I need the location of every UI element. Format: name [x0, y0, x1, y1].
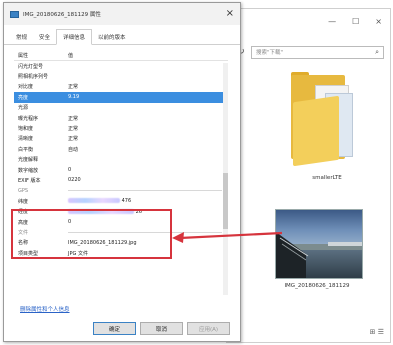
- close-button[interactable]: ×: [375, 17, 382, 26]
- cancel-button[interactable]: 取消: [140, 322, 183, 335]
- dialog-buttons: 确定 取消 应用(A): [93, 322, 230, 335]
- image-thumbnail[interactable]: [275, 209, 363, 279]
- maximize-button[interactable]: ☐: [352, 17, 359, 26]
- list-item[interactable]: 白平衡 自动: [14, 144, 228, 154]
- list-item[interactable]: 数字缩放 0: [14, 165, 228, 175]
- tab-previous-versions[interactable]: 以前的版本: [92, 30, 132, 44]
- explorer-titlebar: — ☐ ×: [227, 9, 390, 33]
- column-headers: 属性 值: [14, 51, 228, 61]
- annotation-arrow-icon: [172, 231, 283, 243]
- dialog-title: IMG_20180626_181129 属性: [23, 12, 101, 18]
- scrollbar-thumb[interactable]: [223, 173, 228, 229]
- apply-button[interactable]: 应用(A): [187, 322, 230, 335]
- explorer-window: — ☐ × ↻ 搜索"下载" ⌕ smallerLTE: [226, 8, 391, 343]
- image-file-icon: [10, 10, 19, 18]
- list-item[interactable]: 光源: [14, 103, 228, 113]
- tab-bar: 常规 安全 详细信息 以前的版本: [4, 25, 240, 45]
- column-header-value[interactable]: 值: [68, 52, 73, 59]
- ok-button[interactable]: 确定: [93, 322, 136, 335]
- folder-icon[interactable]: [291, 72, 355, 167]
- column-header-property[interactable]: 属性: [14, 52, 68, 59]
- list-item[interactable]: 曝光程序 正常: [14, 113, 228, 123]
- list-item[interactable]: 清晰度 正常: [14, 134, 228, 144]
- minimize-button[interactable]: —: [328, 17, 336, 26]
- dialog-titlebar: IMG_20180626_181129 属性 ×: [4, 3, 240, 25]
- list-item[interactable]: EXIF 版本 0220: [14, 175, 228, 185]
- folder-label[interactable]: smallerLTE: [287, 175, 367, 181]
- tab-details[interactable]: 详细信息: [56, 29, 93, 45]
- list-item-selected[interactable]: 亮度 9.19: [14, 92, 228, 103]
- explorer-addressbar: ↻ 搜索"下载" ⌕: [235, 45, 384, 59]
- list-item[interactable]: 闪光灯型号: [14, 61, 228, 71]
- list-item[interactable]: 饱和度 正常: [14, 123, 228, 133]
- search-icon: ⌕: [375, 47, 379, 56]
- view-toggle-icons[interactable]: ⊞ ☰: [370, 328, 384, 336]
- image-label[interactable]: IMG_20180626_181129: [257, 283, 377, 289]
- list-item[interactable]: 对比度 正常: [14, 82, 228, 92]
- photo-icon: [276, 210, 362, 278]
- remove-properties-link[interactable]: 删除属性和个人信息: [20, 305, 70, 313]
- list-item[interactable]: 光度解释: [14, 155, 228, 165]
- gps-highlight-box: [11, 209, 172, 259]
- list-item-latitude[interactable]: 纬度 476: [14, 196, 228, 206]
- properties-dialog: IMG_20180626_181129 属性 × 常规 安全 详细信息 以前的版…: [3, 2, 241, 342]
- tab-general[interactable]: 常规: [10, 30, 33, 44]
- group-header-gps: GPS: [14, 186, 228, 196]
- tab-security[interactable]: 安全: [33, 30, 56, 44]
- list-item[interactable]: 照相机序列号: [14, 71, 228, 81]
- close-icon[interactable]: ×: [226, 8, 234, 19]
- property-list: 属性 值 闪光灯型号 照相机序列号 对比度 正常 亮度 9.19 光源 曝光程序 正常…: [14, 51, 228, 297]
- search-placeholder: 搜索"下载": [256, 50, 284, 56]
- search-input[interactable]: 搜索"下载" ⌕: [251, 45, 384, 59]
